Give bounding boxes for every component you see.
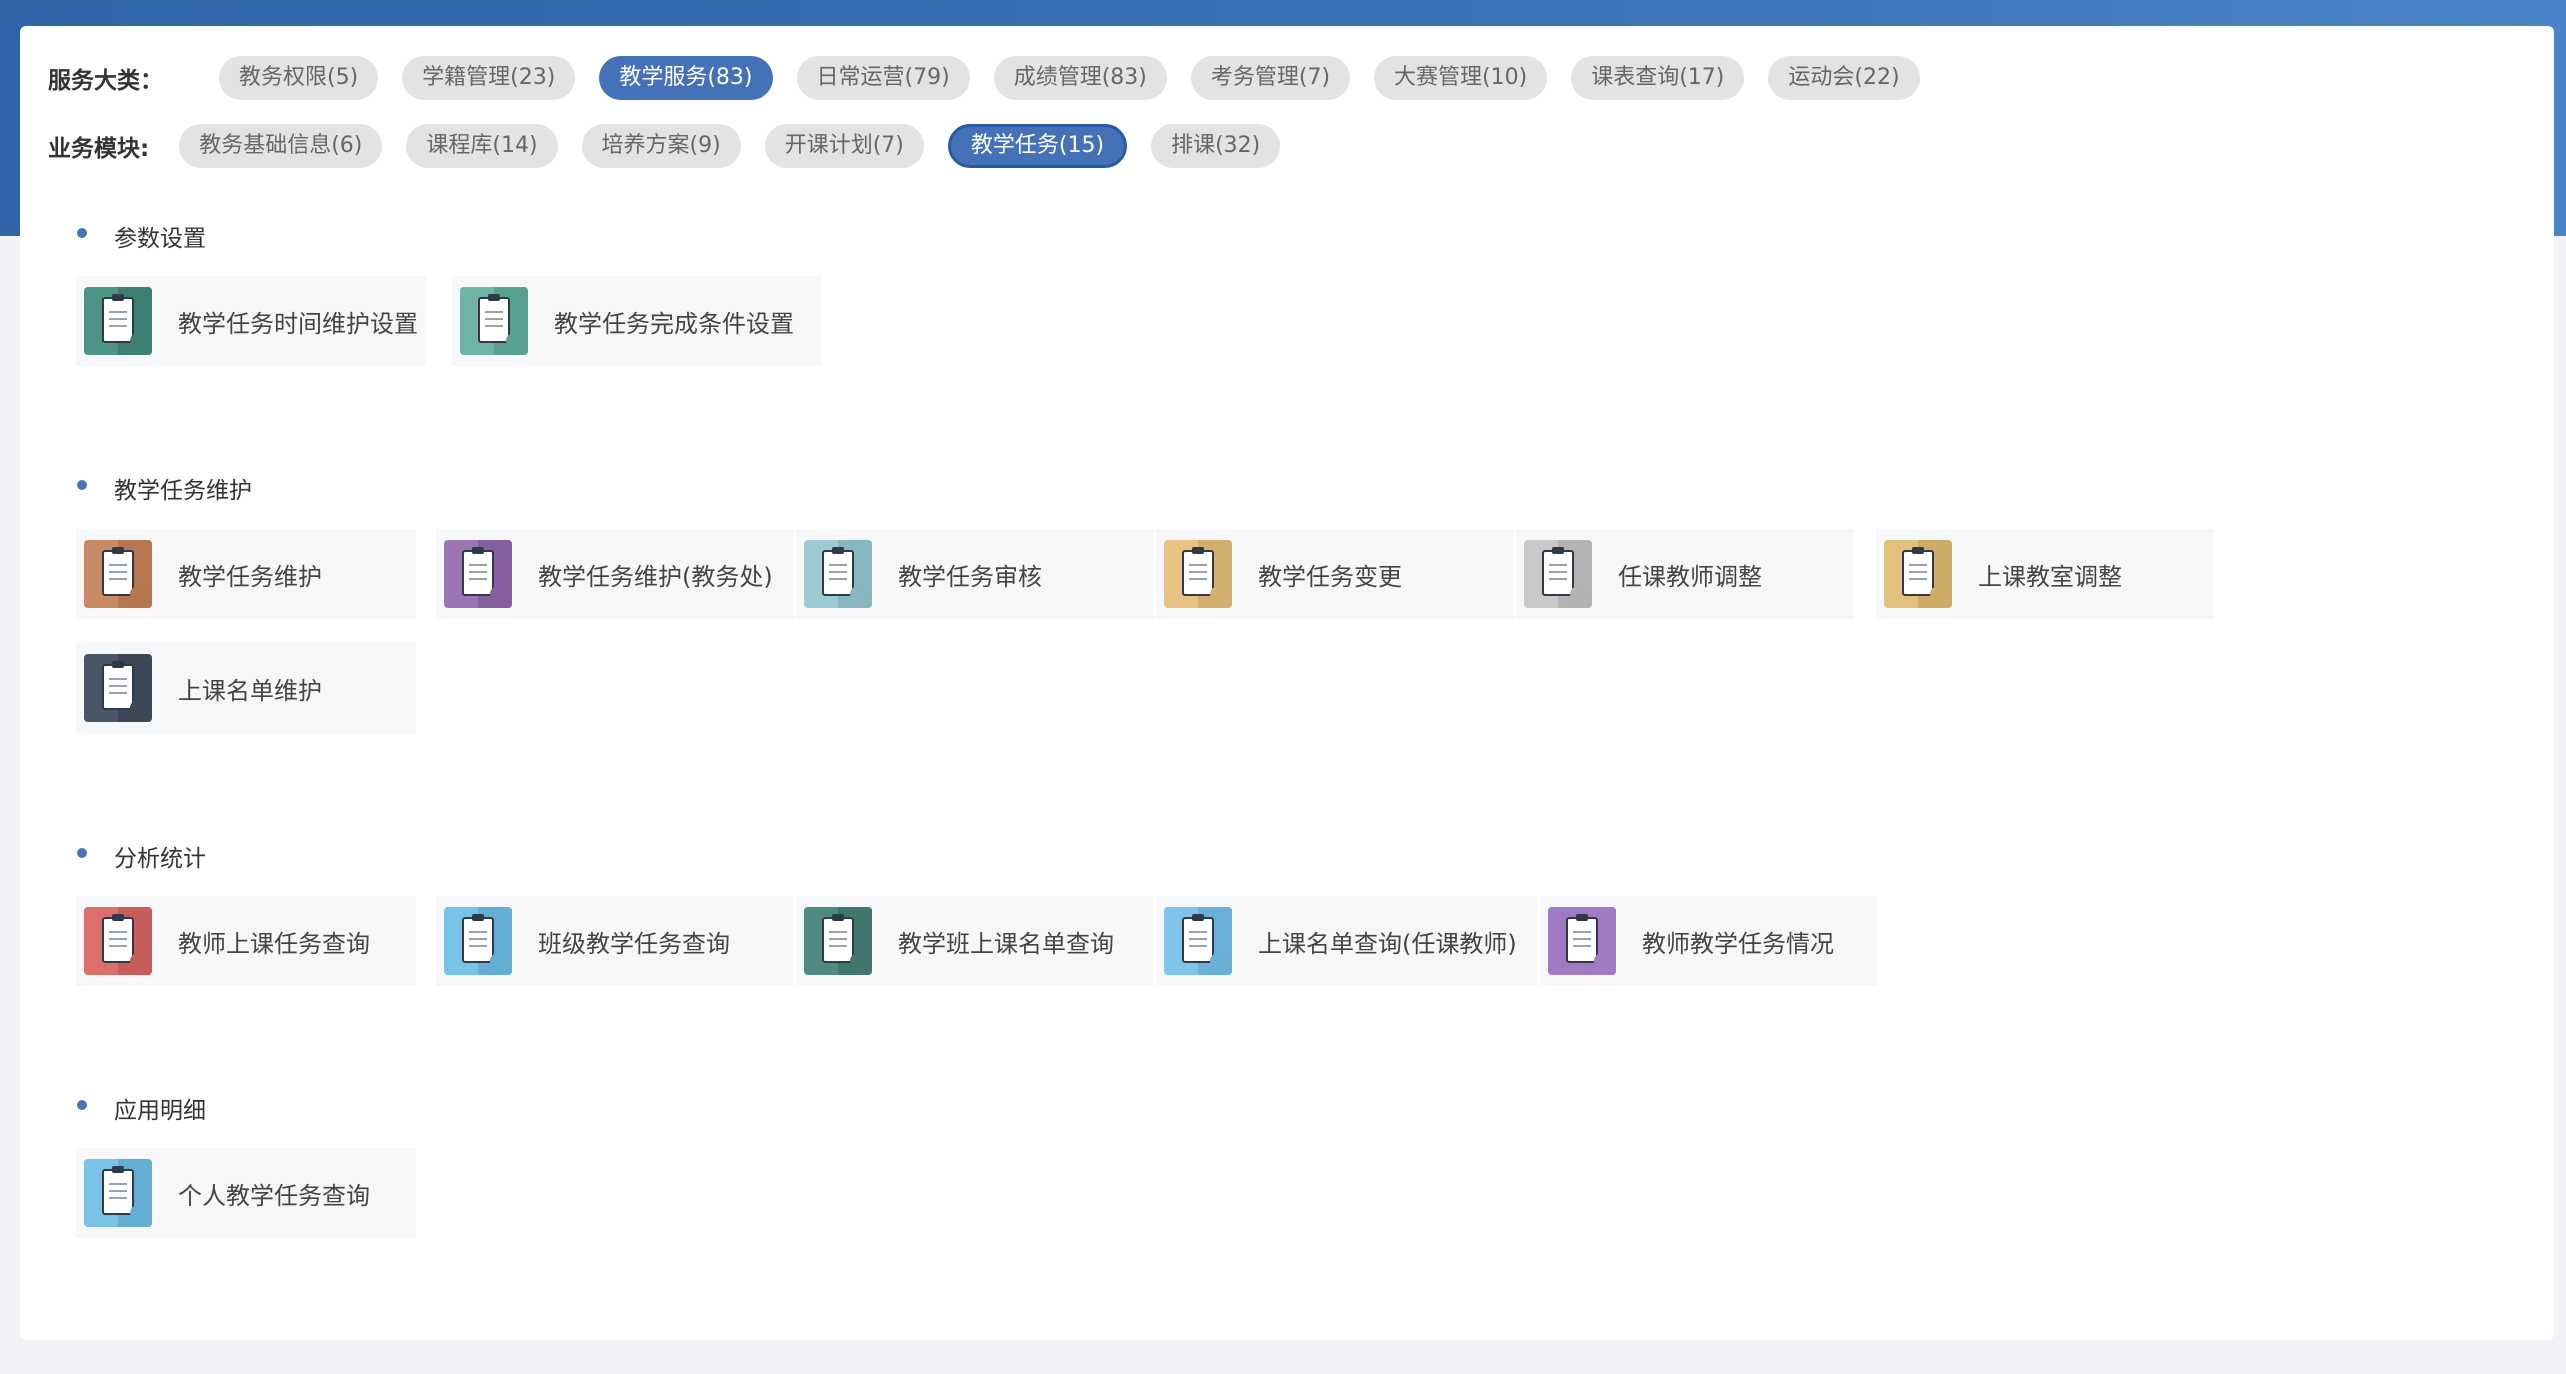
section-title: 应用明细 [114,1098,206,1124]
filter-chip[interactable]: 学籍管理(23) [402,56,576,100]
approve-clipboard-icon [804,540,872,608]
service-card-label: 个人教学任务查询 [178,1181,370,1210]
class-list-icon [804,907,872,975]
edit-clipboard-icon [1164,540,1232,608]
service-card[interactable]: 班级教学任务查询 [436,896,794,986]
filter-chip[interactable]: 开课计划(7) [764,124,924,168]
service-panel: 服务大类： 教务权限(5) 学籍管理(23) 教学服务(83) 日常运营(79) 成绩管… [20,26,2554,1340]
filter-chip[interactable]: 教学服务(83) [599,56,773,100]
service-card-label: 教师上课任务查询 [178,929,370,958]
edit-clipboard-icon [1884,540,1952,608]
service-category-label: 服务大类： [48,68,163,94]
service-category-chips: 教务权限(5) 学籍管理(23) 教学服务(83) 日常运营(79) 成绩管理(83) 考… [219,56,1944,100]
filter-chip[interactable]: 考务管理(7) [1190,56,1351,100]
service-card[interactable]: 上课名单维护 [76,643,416,733]
service-card[interactable]: 教学任务维护 [76,529,416,619]
service-card[interactable]: 上课教室调整 [1876,529,2214,619]
hanging-board-icon [1164,907,1232,975]
teacher-card-icon [84,907,152,975]
service-category-filter: 服务大类： 教务权限(5) 学籍管理(23) 教学服务(83) 日常运营(79) 成绩管… [48,55,1944,101]
section-bullet [77,228,87,238]
service-card[interactable]: 教师上课任务查询 [76,896,416,986]
filter-chip[interactable]: 培养方案(9) [581,124,741,168]
service-card[interactable]: 教学任务时间维护设置 [76,276,426,366]
filter-chip[interactable]: 日常运营(79) [796,56,970,100]
service-card-label: 任课教师调整 [1618,562,1762,591]
service-card[interactable]: 教学任务审核 [796,529,1154,619]
service-card[interactable]: 教学任务变更 [1156,529,1514,619]
check-clipboard-icon [460,287,528,355]
service-card-label: 上课名单维护 [178,676,322,705]
wrench-clipboard-icon [84,540,152,608]
service-card-label: 教学任务变更 [1258,562,1402,591]
service-card[interactable]: 教学任务维护(教务处) [436,529,794,619]
service-card-label: 教学任务维护(教务处) [538,562,773,591]
search-clipboard-icon [84,1159,152,1227]
filter-chip[interactable]: 课表查询(17) [1571,56,1745,100]
service-card[interactable]: 教师教学任务情况 [1540,896,1878,986]
filter-chip[interactable]: 教务基础信息(6) [179,124,383,168]
service-card-label: 教学任务时间维护设置 [178,309,418,338]
section-bullet [77,1100,87,1110]
section-title: 参数设置 [114,226,206,252]
tools-clipboard-icon [84,654,152,722]
filter-chip[interactable]: 排课(32) [1151,124,1281,168]
filter-chip[interactable]: 教学任务(15) [947,124,1128,168]
wrench-clipboard-icon [444,540,512,608]
service-card-label: 教学班上课名单查询 [898,929,1114,958]
filter-chip[interactable]: 成绩管理(83) [993,56,1167,100]
section-title: 教学任务维护 [114,478,252,504]
section-bullet [77,480,87,490]
report-icon [1548,907,1616,975]
service-card[interactable]: 上课名单查询(任课教师) [1156,896,1538,986]
filter-chip[interactable]: 大赛管理(10) [1374,56,1548,100]
section-bullet [77,848,87,858]
business-module-filter: 业务模块: 教务基础信息(6) 课程库(14) 培养方案(9) 开课计划(7) 教学任务… [48,123,1304,169]
business-module-label: 业务模块: [48,136,150,162]
service-card-label: 教学任务完成条件设置 [554,309,794,338]
clock-clipboard-icon [84,287,152,355]
service-card-label: 教学任务审核 [898,562,1042,591]
filter-chip[interactable]: 教务权限(5) [219,56,379,100]
service-card-label: 教学任务维护 [178,562,322,591]
service-card[interactable]: 任课教师调整 [1516,529,1854,619]
business-module-chips: 教务基础信息(6) 课程库(14) 培养方案(9) 开课计划(7) 教学任务(15) 排课… [179,124,1304,168]
service-card[interactable]: 教学任务完成条件设置 [452,276,822,366]
service-card[interactable]: 教学班上课名单查询 [796,896,1154,986]
service-card-label: 上课名单查询(任课教师) [1258,929,1517,958]
service-card-label: 教师教学任务情况 [1642,929,1834,958]
search-clipboard-icon [444,907,512,975]
teacher-book-icon [1524,540,1592,608]
section-title: 分析统计 [114,846,206,872]
filter-chip[interactable]: 运动会(22) [1768,56,1920,100]
service-card-label: 上课教室调整 [1978,562,2122,591]
service-card-label: 班级教学任务查询 [538,929,730,958]
service-card[interactable]: 个人教学任务查询 [76,1148,416,1238]
filter-chip[interactable]: 课程库(14) [406,124,558,168]
